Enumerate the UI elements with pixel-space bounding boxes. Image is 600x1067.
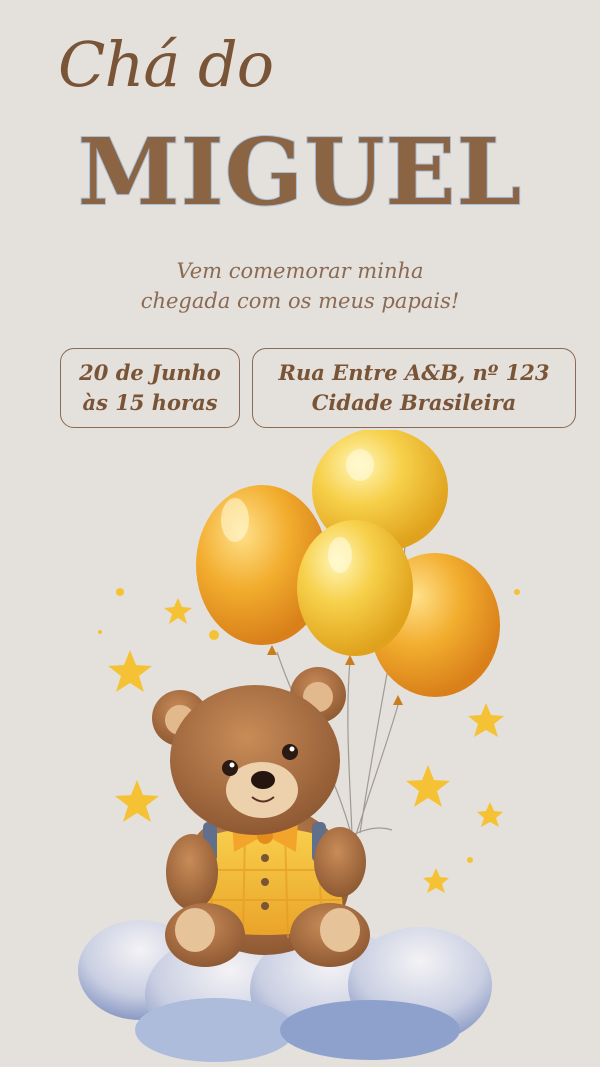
date-line-1: 20 de Junho [79, 360, 221, 385]
date-line-2: às 15 horas [82, 390, 218, 415]
teddy-bear [152, 667, 370, 967]
title-name: MIGUEL [77, 117, 523, 227]
subtitle: Vem comemorar minha chegada com os meus … [0, 256, 600, 316]
balloon-icon [196, 430, 500, 705]
location-box: Rua Entre A&B, nº 123 Cidade Brasileira [252, 348, 576, 428]
date-box: 20 de Junho às 15 horas [60, 348, 240, 428]
location-line-2: Cidade Brasileira [311, 390, 517, 415]
subtitle-line-2: chegada com os meus papais! [140, 289, 460, 313]
title-script: Chá do [58, 28, 274, 101]
location-line-1: Rua Entre A&B, nº 123 [278, 360, 550, 385]
subtitle-line-1: Vem comemorar minha [176, 259, 424, 283]
teddy-bear-illustration [78, 430, 520, 1062]
